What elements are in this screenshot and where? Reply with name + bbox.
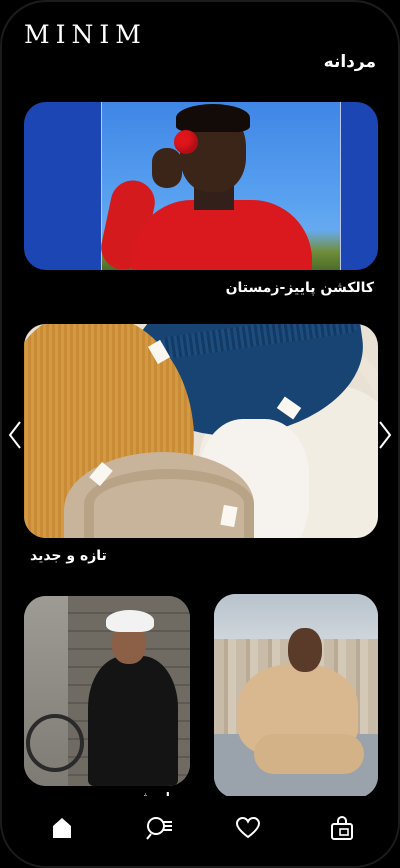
chevron-right-icon[interactable]: [378, 420, 392, 450]
product-card-sweatshirt[interactable]: [214, 594, 378, 798]
bottom-navigation: [2, 796, 398, 866]
model-beige-pants: [254, 734, 364, 774]
section-title: مردانه: [323, 52, 376, 72]
banner-caption-new[interactable]: تازه و جدید: [30, 548, 107, 564]
nav-favorites-button[interactable]: [228, 810, 268, 846]
photo-bicycle-wheel: [26, 714, 84, 772]
beige-sweatshirt-collar: [84, 469, 254, 538]
brand-logo[interactable]: MINIM: [24, 22, 147, 47]
new-arrivals-banner[interactable]: [24, 324, 378, 538]
banner-caption-collection[interactable]: کالکشن پاییز-زمستان: [226, 280, 374, 296]
model-hair: [176, 104, 250, 132]
model-red-sweater: [132, 200, 312, 270]
model-hand: [152, 148, 182, 188]
app-screen: MINIM مردانه کالکشن پاییز-زمستان تازه و …: [0, 0, 400, 868]
nav-search-button[interactable]: [139, 810, 179, 846]
home-icon: [53, 818, 71, 838]
product-card-overshirt[interactable]: [24, 596, 190, 786]
model-head: [288, 628, 322, 672]
model-bucket-hat: [106, 610, 154, 632]
red-ball: [174, 130, 198, 154]
nav-cart-button[interactable]: [322, 810, 362, 846]
banner-divider: [340, 102, 341, 270]
heart-icon: [235, 816, 261, 839]
model-black-outfit: [88, 656, 178, 786]
chevron-left-icon[interactable]: [8, 420, 22, 450]
search-filter-icon: [146, 817, 172, 840]
nav-home-button[interactable]: [42, 810, 82, 846]
autumn-winter-collection-banner[interactable]: [24, 102, 378, 270]
shopping-bag-icon: [331, 815, 353, 840]
